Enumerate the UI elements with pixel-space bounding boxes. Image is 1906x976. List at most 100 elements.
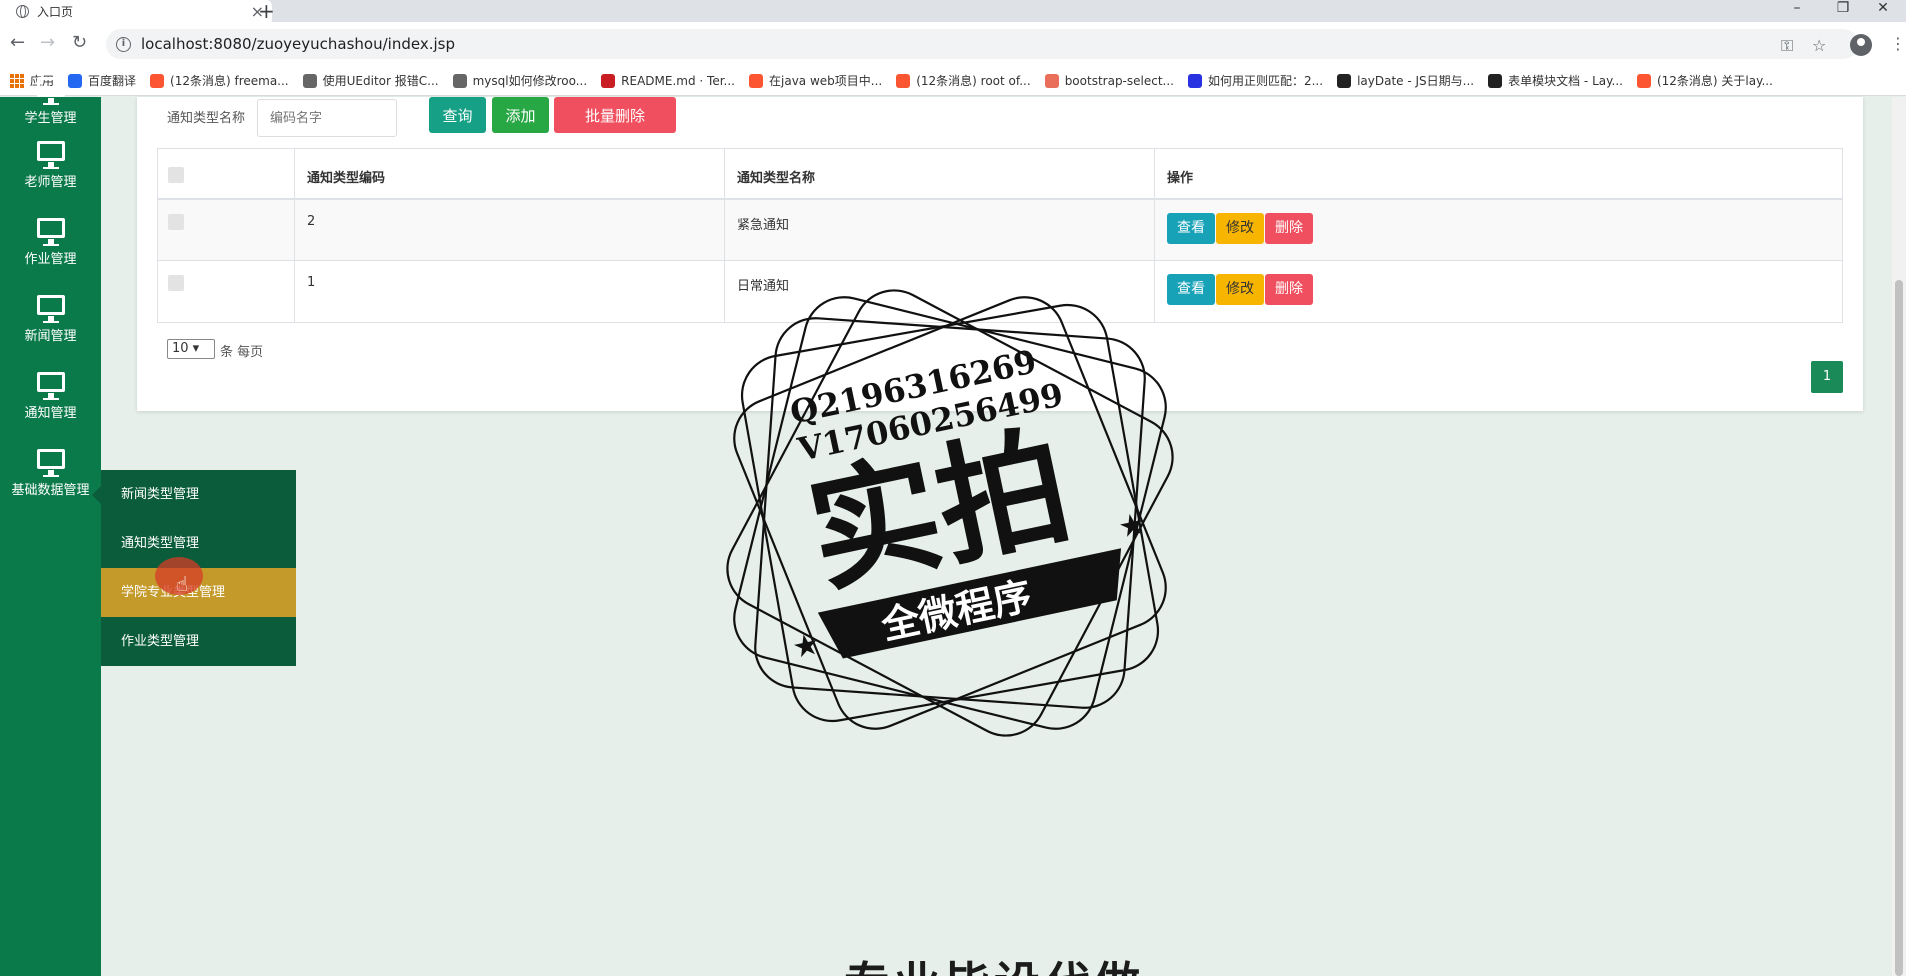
cell-name: 紧急通知 — [724, 198, 1155, 261]
batch-delete-button[interactable]: 批量删除 — [554, 97, 676, 133]
bookmark-label: (12条消息) 关于lay... — [1656, 74, 1773, 88]
row-checkbox[interactable] — [168, 275, 184, 291]
browser-toolbar: ← → ↻ i localhost:8080/zuoyeyuchashou/in… — [0, 22, 1906, 70]
reload-icon[interactable]: ↻ — [72, 32, 87, 53]
monitor-icon — [36, 218, 65, 246]
info-icon[interactable]: i — [116, 36, 131, 52]
monitor-icon — [36, 141, 65, 169]
sidebar-item[interactable]: 基础数据管理 — [0, 449, 101, 526]
select-all-checkbox[interactable] — [168, 167, 184, 183]
sidebar-item-label: 作业管理 — [24, 252, 77, 267]
sidebar-item-label: 基础数据管理 — [11, 483, 90, 498]
baidu-icon — [1187, 73, 1202, 88]
bookmark-item[interactable]: 使用UEditor 报错C... — [302, 72, 439, 89]
page-size-value: 10 — [172, 341, 189, 356]
new-tab-icon[interactable]: + — [258, 0, 275, 22]
bookmark-label: 在java web项目中... — [769, 74, 883, 88]
monitor-icon — [36, 449, 65, 477]
cell-actions: 查看 修改 删除 — [1154, 198, 1843, 261]
add-button[interactable]: 添加 — [492, 97, 549, 133]
view-button[interactable]: 查看 — [1167, 212, 1215, 244]
column-header-actions: 操作 — [1154, 148, 1843, 200]
row-checkbox-cell — [157, 198, 295, 261]
star-icon: ★ — [789, 626, 823, 666]
csdn-icon — [749, 73, 763, 88]
sidebar-item[interactable]: 新闻管理 — [0, 295, 101, 372]
close-window-icon[interactable]: ✕ — [1860, 0, 1906, 22]
bookmark-label: README.md · Ter... — [621, 73, 735, 88]
cell-code: 2 — [294, 198, 725, 261]
submenu-item[interactable]: 通知类型管理 — [101, 519, 296, 568]
query-button[interactable]: 查询 — [429, 97, 486, 133]
link-icon — [452, 73, 467, 88]
submenu-item[interactable]: 作业类型管理 — [101, 617, 296, 666]
delete-button[interactable]: 删除 — [1265, 212, 1313, 244]
monitor-icon — [36, 295, 65, 323]
cell-actions: 查看 修改 删除 — [1154, 260, 1843, 323]
bookmark-item[interactable]: 表单模块文档 - Lay... — [1488, 72, 1623, 89]
csdn-icon — [896, 73, 911, 88]
bookmark-item[interactable]: 如何用正则匹配：2... — [1187, 72, 1323, 89]
row-checkbox[interactable] — [168, 213, 184, 230]
bookmark-label: bootstrap-select... — [1064, 73, 1174, 88]
kebab-menu-icon[interactable]: ⋮ — [1890, 34, 1906, 53]
bookmark-label: mysql如何修改roo... — [472, 74, 588, 88]
gitee-icon — [601, 73, 616, 88]
sidebar: 学生管理 老师管理 作业管理 新闻管理 通知管理 基础数据管理 — [0, 77, 101, 976]
search-input[interactable] — [257, 99, 397, 137]
sidebar-item[interactable]: 作业管理 — [0, 218, 101, 295]
browser-tabstrip: 入口页 × + – ❐ ✕ — [0, 0, 1906, 22]
bookmark-item[interactable]: (12条消息) 关于lay... — [1636, 72, 1773, 89]
minimize-icon[interactable]: – — [1774, 0, 1820, 22]
sidebar-item-label: 通知管理 — [24, 406, 77, 421]
select-all-cell — [157, 148, 295, 200]
row-checkbox-cell — [157, 260, 295, 323]
bookmark-item[interactable]: mysql如何修改roo... — [452, 72, 588, 89]
search-label: 通知类型名称 — [167, 111, 246, 126]
browser-tab[interactable]: 入口页 × — [0, 0, 272, 22]
scrollbar-thumb[interactable] — [1895, 280, 1903, 976]
hand-cursor-icon: ☝ — [176, 572, 189, 596]
table-header-row: 通知类型编码 通知类型名称 操作 — [157, 148, 1843, 200]
bookmark-item[interactable]: bootstrap-select... — [1044, 73, 1174, 88]
forward-icon[interactable]: → — [40, 32, 55, 53]
bookmark-label: 使用UEditor 报错C... — [322, 74, 439, 88]
edit-button[interactable]: 修改 — [1216, 212, 1264, 244]
page-size-select[interactable]: 10 ▾ — [167, 339, 215, 359]
star-icon[interactable]: ☆ — [1812, 36, 1826, 55]
cell-code: 1 — [294, 260, 725, 323]
bookmark-label: (12条消息) freema... — [170, 74, 289, 88]
star-icon: ★ — [1115, 506, 1149, 546]
bookmark-item[interactable]: 在java web项目中... — [749, 72, 882, 89]
bookmark-item[interactable]: (12条消息) root of... — [896, 72, 1031, 89]
bookmark-item[interactable]: (12条消息) freema... — [150, 72, 289, 89]
per-page-label: 条 每页 — [220, 345, 264, 360]
watermark-stamp: Q2196316269 V17060256499 实拍 全微程序 ★ ★ — [726, 289, 1174, 737]
key-icon[interactable]: ⚿ — [1781, 36, 1793, 56]
bookmark-item[interactable]: README.md · Ter... — [601, 73, 735, 88]
bookmark-label: (12条消息) root of... — [916, 74, 1031, 88]
sidebar-item-label: 新闻管理 — [24, 329, 77, 344]
monitor-icon — [36, 372, 65, 400]
page-number-button[interactable]: 1 — [1811, 361, 1843, 393]
bookmarks-bar: 应用 百度翻译 (12条消息) freema... 使用UEditor 报错C... m… — [0, 66, 1906, 96]
sidebar-item[interactable]: 老师管理 — [0, 141, 101, 218]
layui-icon — [1337, 73, 1352, 88]
column-header-name: 通知类型名称 — [724, 148, 1155, 200]
jianshu-icon — [1044, 73, 1059, 88]
delete-button[interactable]: 删除 — [1265, 274, 1313, 305]
bookmark-label: 表单模块文档 - Lay... — [1508, 74, 1623, 88]
csdn-icon — [1636, 73, 1651, 88]
tab-title: 入口页 — [37, 4, 74, 19]
profile-avatar-icon[interactable] — [1850, 34, 1872, 56]
link-icon — [302, 73, 317, 88]
sidebar-item-label: 老师管理 — [24, 175, 77, 190]
bookmark-label: layDate - JS日期与... — [1357, 74, 1475, 88]
bookmark-item[interactable]: layDate - JS日期与... — [1337, 72, 1474, 89]
url-text[interactable]: localhost:8080/zuoyeyuchashou/index.jsp — [141, 35, 455, 53]
sidebar-item[interactable]: 通知管理 — [0, 372, 101, 449]
address-bar[interactable]: i localhost:8080/zuoyeyuchashou/index.js… — [106, 29, 1858, 59]
back-icon[interactable]: ← — [10, 32, 25, 53]
edit-button[interactable]: 修改 — [1216, 274, 1264, 305]
submenu-item[interactable]: 新闻类型管理 — [101, 470, 296, 519]
